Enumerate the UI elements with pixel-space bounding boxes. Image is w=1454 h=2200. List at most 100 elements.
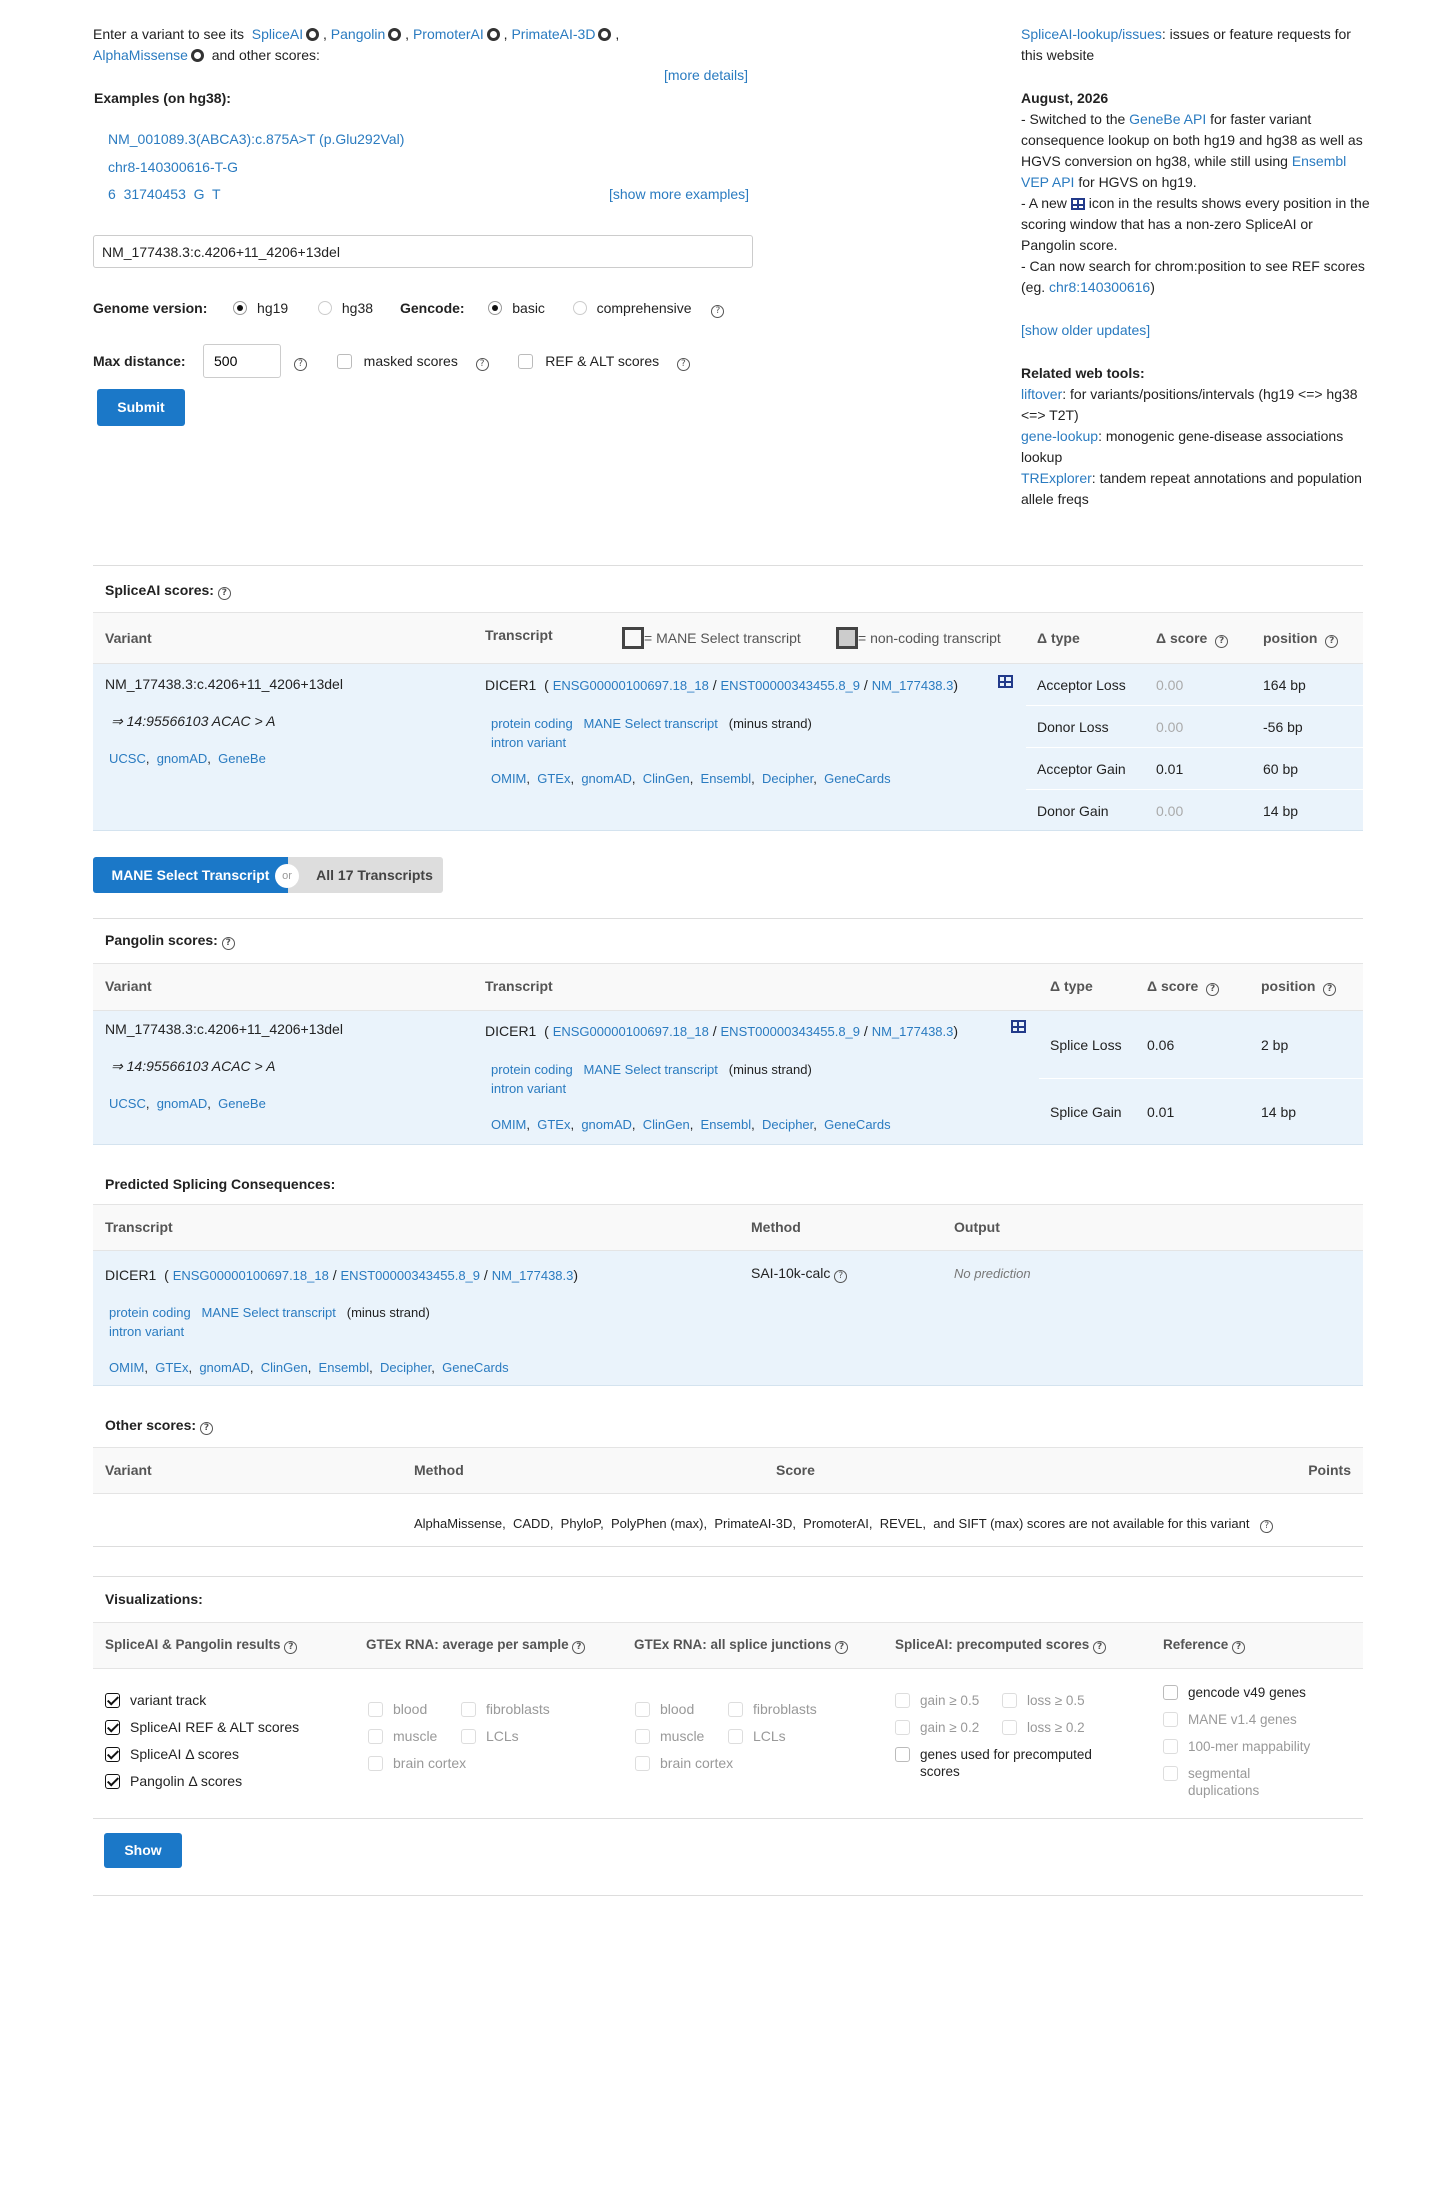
help-icon[interactable]: ? xyxy=(1323,983,1337,996)
clingen-link[interactable]: ClinGen xyxy=(643,1117,690,1132)
ensembl-link[interactable]: Ensembl xyxy=(701,771,752,786)
alphamissense-link[interactable]: AlphaMissense xyxy=(93,47,188,63)
github-icon[interactable] xyxy=(598,28,612,41)
help-icon[interactable]: ? xyxy=(217,587,231,600)
genebe-api-link[interactable]: GeneBe API xyxy=(1129,111,1206,127)
mappability-checkbox[interactable] xyxy=(1163,1739,1178,1754)
help-icon[interactable]: ? xyxy=(1325,635,1339,648)
help-icon[interactable]: ? xyxy=(294,358,307,371)
biotype-tag[interactable]: protein coding xyxy=(491,716,573,731)
segdup-checkbox[interactable] xyxy=(1163,1766,1178,1781)
max-distance-input[interactable] xyxy=(203,344,281,378)
genebe-link[interactable]: GeneBe xyxy=(218,1096,266,1111)
consequence-link[interactable]: intron variant xyxy=(491,735,566,750)
mane-tag[interactable]: MANE Select transcript xyxy=(202,1305,336,1320)
omim-link[interactable]: OMIM xyxy=(109,1360,144,1375)
help-icon[interactable]: ? xyxy=(572,1641,586,1654)
genecards-link[interactable]: GeneCards xyxy=(442,1360,508,1375)
hg38-radio[interactable] xyxy=(317,301,332,315)
gene-lookup-link[interactable]: gene-lookup xyxy=(1021,428,1098,444)
help-icon[interactable]: ? xyxy=(834,1270,848,1283)
gnomad-link[interactable]: gnomAD xyxy=(581,1117,632,1132)
nm-link[interactable]: NM_177438.3 xyxy=(872,678,954,693)
gnomad-link[interactable]: gnomAD xyxy=(157,751,208,766)
gtex-avg-blood-checkbox[interactable] xyxy=(368,1702,383,1717)
help-icon[interactable]: ? xyxy=(475,358,489,371)
show-older-updates-link[interactable]: [show older updates] xyxy=(1021,322,1150,338)
variant-input[interactable] xyxy=(93,235,753,268)
example-vcf[interactable]: 6 31740453 G T xyxy=(108,186,221,202)
spliceai-link[interactable]: SpliceAI xyxy=(252,26,303,42)
gtex-junc-muscle-checkbox[interactable] xyxy=(635,1729,650,1744)
nm-link[interactable]: NM_177438.3 xyxy=(872,1024,954,1039)
issues-link[interactable]: SpliceAI-lookup/issues xyxy=(1021,26,1162,42)
gtex-link[interactable]: GTEx xyxy=(155,1360,188,1375)
decipher-link[interactable]: Decipher xyxy=(762,1117,813,1132)
help-icon[interactable]: ? xyxy=(676,358,690,371)
genecards-link[interactable]: GeneCards xyxy=(824,771,890,786)
enst-link[interactable]: ENST00000343455.8_9 xyxy=(721,678,861,693)
hg19-radio[interactable] xyxy=(233,301,248,315)
mane-select-toggle[interactable]: MANE Select Transcript xyxy=(93,857,288,893)
promoterai-link[interactable]: PromoterAI xyxy=(413,26,484,42)
more-details-link[interactable]: [more details] xyxy=(664,67,748,83)
gtex-junc-blood-checkbox[interactable] xyxy=(635,1702,650,1717)
spliceai-delta-checkbox[interactable] xyxy=(105,1747,120,1762)
decipher-link[interactable]: Decipher xyxy=(762,771,813,786)
ensembl-link[interactable]: Ensembl xyxy=(319,1360,370,1375)
ensg-link[interactable]: ENSG00000100697.18_18 xyxy=(553,1024,709,1039)
help-icon[interactable]: ? xyxy=(1206,983,1220,996)
consequence-link[interactable]: intron variant xyxy=(491,1081,566,1096)
ucsc-link[interactable]: UCSC xyxy=(109,751,146,766)
gencode-comprehensive-radio[interactable] xyxy=(572,301,587,315)
help-icon[interactable]: ? xyxy=(1215,635,1229,648)
ucsc-link[interactable]: UCSC xyxy=(109,1096,146,1111)
ensembl-link[interactable]: Ensembl xyxy=(701,1117,752,1132)
masked-scores-checkbox[interactable] xyxy=(336,354,352,369)
all-transcripts-toggle[interactable]: All 17 Transcripts xyxy=(288,857,443,893)
pangolin-delta-checkbox[interactable] xyxy=(105,1774,120,1789)
genecards-link[interactable]: GeneCards xyxy=(824,1117,890,1132)
decipher-link[interactable]: Decipher xyxy=(380,1360,431,1375)
gnomad-link[interactable]: gnomAD xyxy=(157,1096,208,1111)
github-icon[interactable] xyxy=(388,28,402,41)
pangolin-link[interactable]: Pangolin xyxy=(331,26,386,42)
gtex-junc-brain-checkbox[interactable] xyxy=(635,1756,650,1771)
liftover-link[interactable]: liftover xyxy=(1021,386,1062,402)
primateai-link[interactable]: PrimateAI-3D xyxy=(511,26,595,42)
help-icon[interactable]: ? xyxy=(1260,1520,1274,1533)
gnomad-link[interactable]: gnomAD xyxy=(199,1360,250,1375)
help-icon[interactable]: ? xyxy=(835,1641,849,1654)
gtex-junc-fibroblasts-checkbox[interactable] xyxy=(728,1702,743,1717)
table-icon[interactable] xyxy=(1011,1020,1026,1033)
mane-tag[interactable]: MANE Select transcript xyxy=(584,1062,718,1077)
gencode-genes-checkbox[interactable] xyxy=(1163,1685,1178,1700)
mane-tag[interactable]: MANE Select transcript xyxy=(584,716,718,731)
trexplorer-link[interactable]: TRExplorer xyxy=(1021,470,1092,486)
ref-alt-checkbox[interactable] xyxy=(518,354,534,369)
show-button[interactable]: Show xyxy=(104,1833,182,1868)
gnomad-link[interactable]: gnomAD xyxy=(581,771,632,786)
gtex-avg-brain-checkbox[interactable] xyxy=(368,1756,383,1771)
github-icon[interactable] xyxy=(190,49,204,62)
show-more-examples-link[interactable]: [show more examples] xyxy=(609,186,749,202)
gain-02-checkbox[interactable] xyxy=(895,1720,910,1735)
precomputed-genes-checkbox[interactable] xyxy=(895,1747,910,1762)
table-icon[interactable] xyxy=(998,675,1013,688)
omim-link[interactable]: OMIM xyxy=(491,1117,526,1132)
loss-05-checkbox[interactable] xyxy=(1002,1693,1017,1708)
help-icon[interactable]: ? xyxy=(1093,1641,1107,1654)
genebe-link[interactable]: GeneBe xyxy=(218,751,266,766)
chr-example-link[interactable]: chr8:140300616 xyxy=(1049,279,1150,295)
github-icon[interactable] xyxy=(486,28,500,41)
help-icon[interactable]: ? xyxy=(284,1641,298,1654)
gtex-avg-muscle-checkbox[interactable] xyxy=(368,1729,383,1744)
gtex-link[interactable]: GTEx xyxy=(537,771,570,786)
help-icon[interactable]: ? xyxy=(221,937,235,950)
example-hgvs[interactable]: NM_001089.3(ABCA3):c.875A>T (p.Glu292Val… xyxy=(108,131,404,147)
biotype-tag[interactable]: protein coding xyxy=(491,1062,573,1077)
omim-link[interactable]: OMIM xyxy=(491,771,526,786)
gtex-junc-lcls-checkbox[interactable] xyxy=(728,1729,743,1744)
gain-05-checkbox[interactable] xyxy=(895,1693,910,1708)
gencode-basic-radio[interactable] xyxy=(488,301,503,315)
